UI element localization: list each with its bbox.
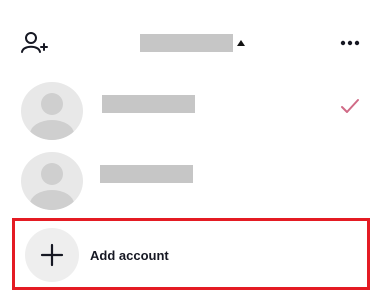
caret-up-icon bbox=[237, 40, 245, 46]
default-avatar-icon bbox=[21, 152, 83, 210]
account-row[interactable] bbox=[0, 148, 382, 214]
add-account-label: Add account bbox=[90, 248, 169, 263]
plus-icon bbox=[40, 243, 64, 267]
default-avatar-icon bbox=[21, 82, 83, 140]
account-switcher-header bbox=[0, 0, 382, 86]
checkmark-icon bbox=[341, 99, 359, 113]
more-horizontal-icon bbox=[340, 40, 360, 46]
add-account-icon-circle bbox=[25, 228, 79, 282]
account-name-redacted bbox=[102, 95, 195, 113]
person-add-icon bbox=[21, 32, 48, 53]
current-username-redacted bbox=[140, 34, 233, 52]
account-switch-dropdown[interactable] bbox=[140, 34, 250, 52]
add-account-button[interactable]: Add account bbox=[12, 218, 370, 290]
account-name-redacted bbox=[100, 165, 193, 183]
more-options-button[interactable] bbox=[336, 34, 366, 52]
account-row[interactable] bbox=[0, 78, 382, 144]
add-user-button[interactable] bbox=[20, 30, 50, 56]
